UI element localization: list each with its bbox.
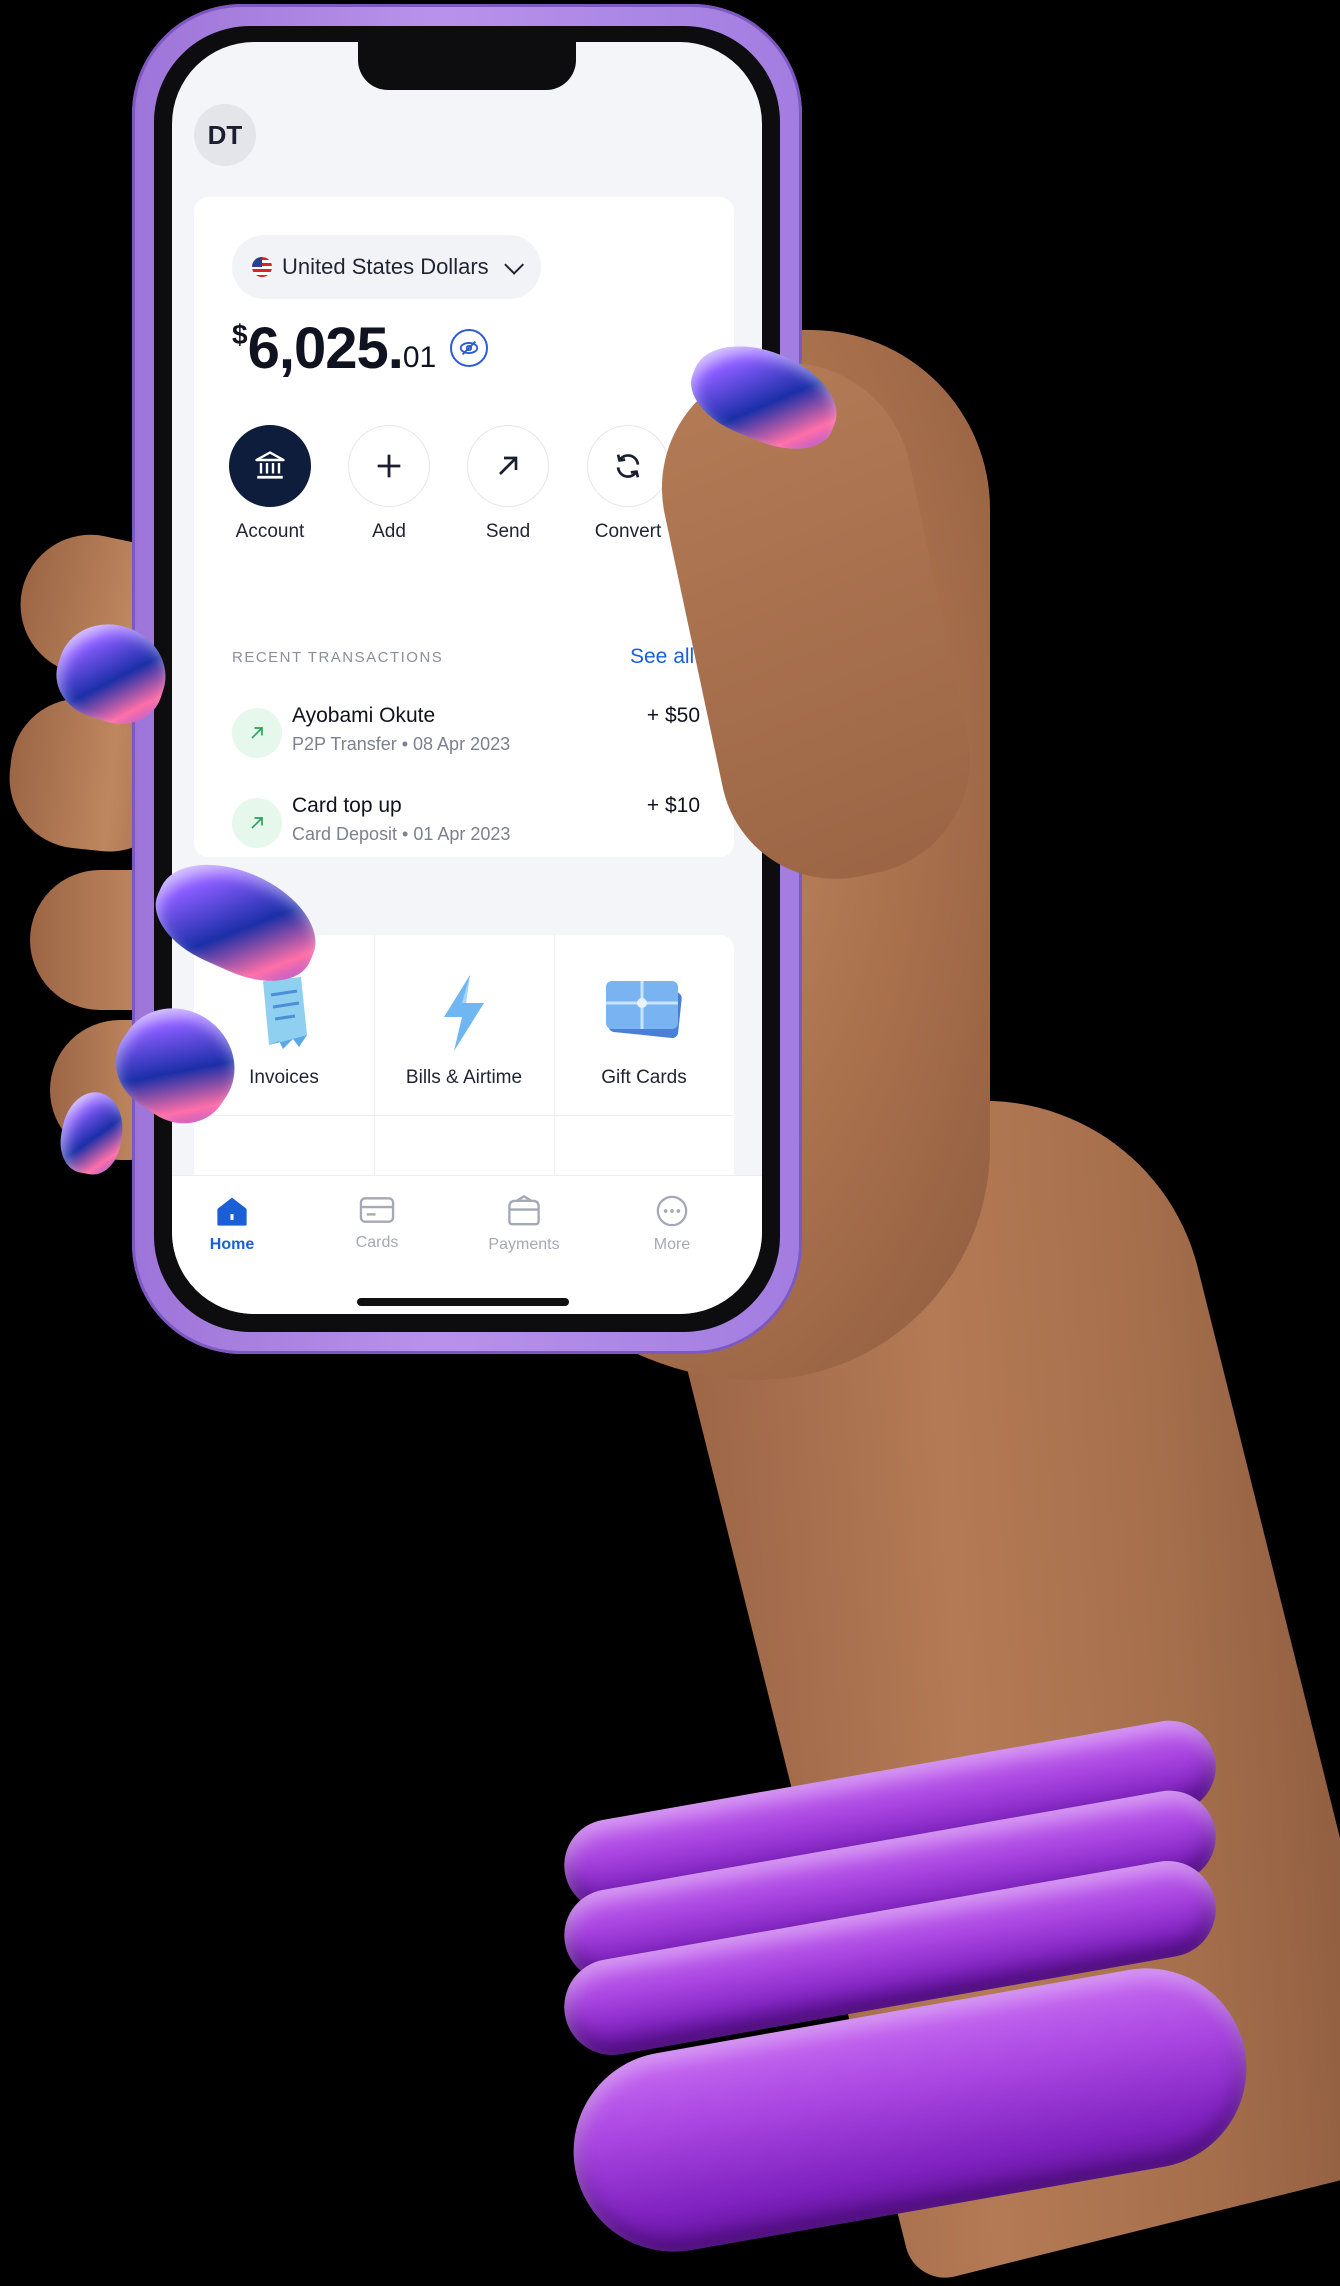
balance-decimal: 01 xyxy=(402,341,437,374)
send-action[interactable]: Send xyxy=(458,425,558,543)
account-label: Account xyxy=(235,521,305,542)
tab-home[interactable]: Home xyxy=(172,1194,292,1254)
hide-balance-button[interactable] xyxy=(450,329,488,367)
currency-selector[interactable]: United States Dollars xyxy=(232,235,541,299)
service-label: Bills & Airtime xyxy=(405,1067,523,1088)
avatar[interactable]: DT xyxy=(194,104,256,166)
currency-name: United States Dollars xyxy=(282,254,489,279)
transaction-row[interactable]: Card top up Card Deposit • 01 Apr 2023 +… xyxy=(232,792,700,862)
card-icon xyxy=(359,1197,395,1223)
transaction-detail: Card Deposit • 01 Apr 2023 xyxy=(292,824,511,844)
tab-label: Payments xyxy=(488,1236,560,1253)
phone-notch xyxy=(358,42,576,90)
service-bills-airtime[interactable]: Bills & Airtime xyxy=(374,935,555,1116)
eye-off-icon xyxy=(459,340,479,356)
lightning-icon xyxy=(444,975,484,1051)
service-gift-cards[interactable]: Gift Cards xyxy=(554,935,734,1116)
home-icon xyxy=(217,1197,247,1226)
home-indicator xyxy=(357,1298,569,1306)
receipt-icon xyxy=(263,977,307,1049)
add-label: Add xyxy=(372,521,406,542)
bank-icon xyxy=(255,451,285,479)
incoming-arrow-icon xyxy=(232,708,282,758)
balance-main: 6,025. xyxy=(247,316,404,381)
transaction-row[interactable]: Ayobami Okute P2P Transfer • 08 Apr 2023… xyxy=(232,702,700,772)
convert-button[interactable] xyxy=(587,425,669,507)
balance-currency-symbol: $ xyxy=(232,319,248,350)
send-button[interactable] xyxy=(467,425,549,507)
transaction-name: Card top up xyxy=(292,794,402,817)
gift-card-icon xyxy=(606,981,682,1039)
tab-payments[interactable]: Payments xyxy=(464,1194,584,1254)
send-label: Send xyxy=(485,521,531,542)
transaction-amount: + $10 xyxy=(646,794,700,817)
balance: $ 6,025. 01 xyxy=(232,315,436,382)
recent-transactions-title: RECENT TRANSACTIONS xyxy=(232,649,444,666)
transaction-detail: P2P Transfer • 08 Apr 2023 xyxy=(292,734,511,754)
transaction-amount: + $50 xyxy=(646,704,700,727)
wallet-card: United States Dollars $ 6,025. 01 Accoun… xyxy=(194,197,734,857)
add-action[interactable]: Add xyxy=(339,425,439,543)
bottom-tab-bar: Home Cards Payments More xyxy=(172,1175,762,1314)
tab-label: Home xyxy=(209,1236,255,1253)
see-all-link[interactable]: See all xyxy=(630,645,694,669)
phone-screen: DT United States Dollars $ 6,025. 01 Acc… xyxy=(172,42,762,1314)
wallet-icon xyxy=(508,1195,540,1226)
transaction-name: Ayobami Okute xyxy=(292,704,436,727)
refresh-icon xyxy=(616,454,640,478)
add-button[interactable] xyxy=(348,425,430,507)
avatar-initials: DT xyxy=(207,119,243,150)
convert-label: Convert xyxy=(594,521,662,542)
tab-label: Cards xyxy=(355,1234,399,1251)
account-action[interactable]: Account xyxy=(220,425,320,543)
tab-more[interactable]: More xyxy=(612,1194,732,1254)
arrow-up-right-icon xyxy=(499,456,518,475)
us-flag-icon xyxy=(252,257,272,277)
tab-label: More xyxy=(653,1236,691,1253)
chevron-down-icon xyxy=(503,254,524,275)
incoming-arrow-icon xyxy=(232,798,282,848)
account-button[interactable] xyxy=(229,425,311,507)
plus-icon xyxy=(377,454,401,478)
more-icon xyxy=(656,1195,688,1227)
service-label: Gift Cards xyxy=(601,1067,687,1088)
tab-cards[interactable]: Cards xyxy=(317,1194,437,1252)
